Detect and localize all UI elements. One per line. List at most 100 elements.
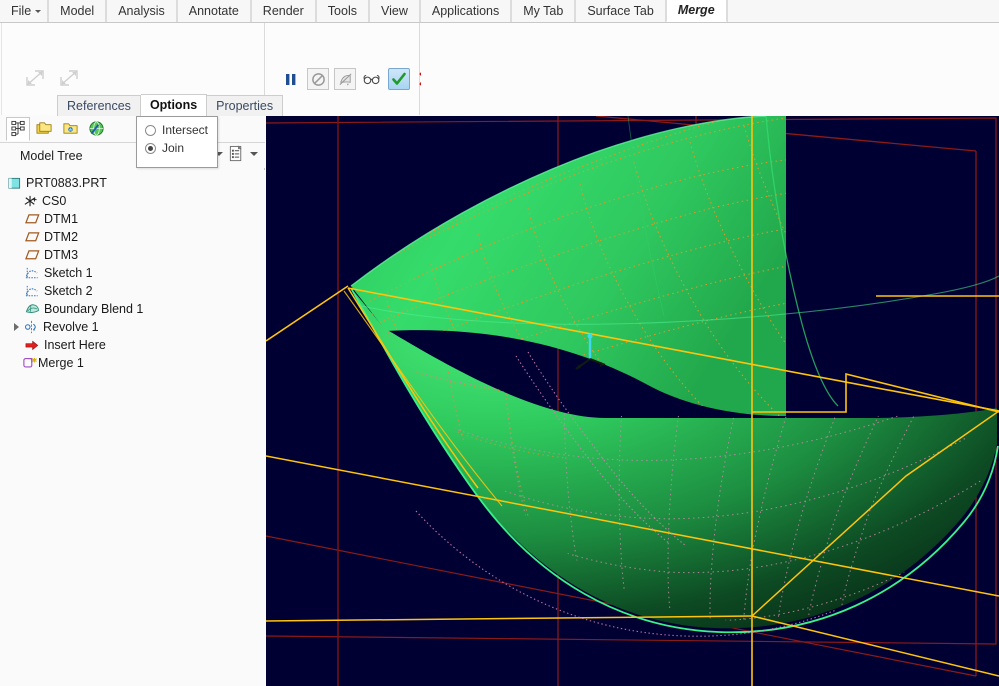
insert-here-icon — [24, 337, 40, 353]
ribbon-tab-label: Surface Tab — [587, 4, 653, 18]
verify-button[interactable] — [361, 68, 383, 90]
ribbon-tab-label: File — [11, 4, 31, 18]
ribbon-tab-label: Annotate — [189, 4, 239, 18]
ribbon-tab-annotate[interactable]: Annotate — [177, 0, 251, 22]
ribbon-tab-label: Tools — [328, 4, 357, 18]
tree-item-label: Sketch 2 — [44, 282, 93, 300]
model-tree-title: Model Tree — [0, 149, 83, 163]
ribbon-tab-file[interactable]: File — [0, 0, 48, 22]
preview-geometry-icon — [338, 72, 353, 87]
tree-item-sketch-1[interactable]: Sketch 1 — [0, 264, 265, 282]
datum-plane-icon — [24, 229, 40, 245]
folder-browser-tab[interactable] — [32, 117, 56, 141]
tree-item-merge-1[interactable]: Merge 1 — [0, 354, 265, 372]
tree-item-cs0[interactable]: CS0 — [0, 192, 265, 210]
ribbon-tab-label: Render — [263, 4, 304, 18]
tree-item-sketch-2[interactable]: Sketch 2 — [0, 282, 265, 300]
creo-application-window: File Model Analysis Annotate Render Tool… — [0, 0, 999, 686]
tree-item-label: CS0 — [42, 192, 66, 210]
web-browser-tab[interactable] — [84, 117, 108, 141]
flip-second-side-icon[interactable] — [58, 67, 80, 89]
ribbon-tab-label: Applications — [432, 4, 499, 18]
ribbon-tab-surface-tab[interactable]: Surface Tab — [575, 0, 665, 22]
tree-item-label: Boundary Blend 1 — [44, 300, 143, 318]
radio-option-intersect[interactable]: Intersect — [137, 121, 217, 139]
part-icon — [6, 175, 22, 191]
check-icon — [391, 71, 407, 87]
favorites-folder-icon — [62, 120, 79, 137]
ribbon-empty-area — [421, 23, 999, 115]
navigator-tabstrip — [0, 115, 265, 142]
dashboard-control-group — [266, 23, 420, 115]
radio-option-join[interactable]: Join — [137, 139, 217, 157]
ribbon-tab-applications[interactable]: Applications — [420, 0, 511, 22]
triad-axis-z-tip — [587, 333, 592, 338]
radio-button-selected-icon — [145, 143, 156, 154]
globe-icon — [88, 120, 105, 137]
model-tree-header-tools — [212, 145, 261, 163]
ribbon-tab-analysis[interactable]: Analysis — [106, 0, 177, 22]
tree-item-label: DTM3 — [44, 246, 78, 264]
tree-item-insert-here[interactable]: Insert Here — [0, 336, 265, 354]
revolve-icon — [23, 319, 39, 335]
ribbon-tab-view[interactable]: View — [369, 0, 420, 22]
ribbon-tab-my-tab[interactable]: My Tab — [511, 0, 575, 22]
radio-label: Intersect — [162, 123, 208, 137]
tree-item-dtm2[interactable]: DTM2 — [0, 228, 265, 246]
flip-first-side-icon[interactable] — [24, 67, 46, 89]
tree-expander-icon[interactable] — [10, 321, 22, 333]
dashboard-subtabs: References Options Properties — [57, 94, 283, 116]
pause-button[interactable] — [280, 68, 302, 90]
dashboard-buttons — [280, 68, 437, 90]
preview-button[interactable] — [334, 68, 356, 90]
tree-item-label: Sketch 1 — [44, 264, 93, 282]
ribbon-tab-label: View — [381, 4, 408, 18]
tree-item-label: DTM2 — [44, 228, 78, 246]
subtab-label: Options — [150, 98, 197, 112]
tree-item-dtm1[interactable]: DTM1 — [0, 210, 265, 228]
ribbon-tab-tools[interactable]: Tools — [316, 0, 369, 22]
flip-buttons — [24, 67, 80, 89]
pause-icon — [283, 71, 299, 87]
folders-icon — [36, 120, 53, 137]
sketch-icon — [24, 265, 40, 281]
model-geometry — [266, 116, 999, 686]
tree-item-part[interactable]: PRT0883.PRT — [0, 174, 265, 192]
tree-item-boundary-blend-1[interactable]: Boundary Blend 1 — [0, 300, 265, 318]
tab-options[interactable]: Options — [141, 94, 207, 116]
subtab-label: References — [67, 99, 131, 113]
navigator-pane: Model Tree — [0, 115, 265, 686]
ribbon-tab-bar: File Model Analysis Annotate Render Tool… — [0, 0, 999, 23]
model-tree: PRT0883.PRT CS0 — [0, 170, 265, 686]
model-tree-header: Model Tree — [0, 142, 265, 168]
coord-system-icon — [22, 193, 38, 209]
no-entry-icon — [311, 72, 326, 87]
tree-item-label: Merge 1 — [38, 354, 84, 372]
model-tree-tab[interactable] — [6, 117, 30, 141]
chevron-down-icon — [35, 10, 41, 13]
datum-plane-icon — [24, 211, 40, 227]
ribbon-tab-render[interactable]: Render — [251, 0, 316, 22]
tree-settings-icon[interactable] — [228, 145, 245, 163]
tab-properties[interactable]: Properties — [207, 95, 283, 116]
radio-button-icon — [145, 125, 156, 136]
tab-references[interactable]: References — [57, 95, 141, 116]
tree-item-label: PRT0883.PRT — [26, 174, 107, 192]
ribbon-tab-label: Model — [60, 4, 94, 18]
tree-item-revolve-1[interactable]: Revolve 1 — [0, 318, 265, 336]
datum-plane-icon — [24, 247, 40, 263]
tree-item-dtm3[interactable]: DTM3 — [0, 246, 265, 264]
ribbon-tab-merge[interactable]: Merge — [666, 0, 727, 22]
boundary-blend-icon — [24, 301, 40, 317]
favorites-tab[interactable] — [58, 117, 82, 141]
resume-button[interactable] — [307, 68, 329, 90]
tree-settings-caret-icon[interactable] — [250, 152, 258, 156]
graphics-window[interactable] — [266, 116, 999, 686]
accept-button[interactable] — [388, 68, 410, 90]
model-tree-icon — [10, 120, 27, 137]
ribbon-tabbar-filler — [727, 0, 999, 22]
ribbon-tab-model[interactable]: Model — [48, 0, 106, 22]
subtab-label: Properties — [216, 99, 273, 113]
ribbon-tab-label: My Tab — [523, 4, 563, 18]
tree-item-label: Insert Here — [44, 336, 106, 354]
